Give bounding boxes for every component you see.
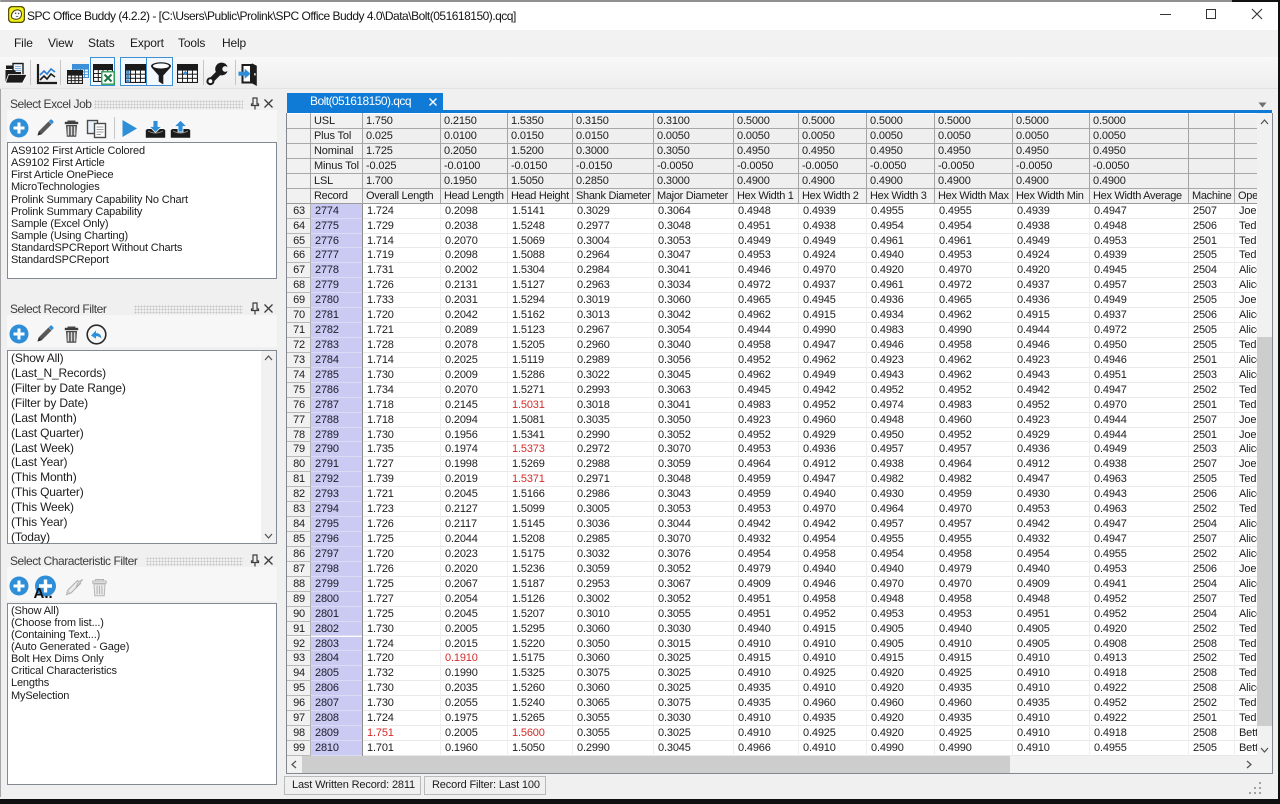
svg-text:A..: A.. — [34, 585, 53, 600]
